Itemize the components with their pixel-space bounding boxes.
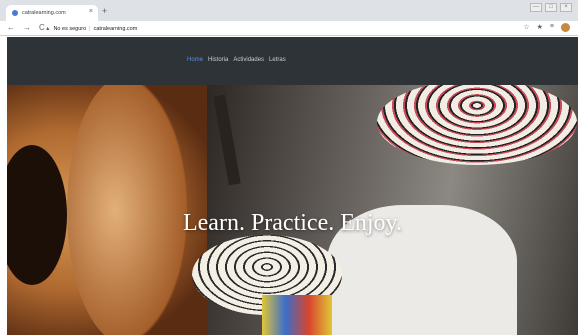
url-text: catralearning.com <box>93 25 138 32</box>
nav-home-link[interactable]: Home <box>187 57 203 63</box>
sombrero-vueltiao-image <box>377 85 577 165</box>
minimize-button[interactable]: — <box>530 3 542 12</box>
window-controls: — □ × <box>530 3 572 12</box>
browser-nav-buttons: ← → C <box>7 23 45 32</box>
nav-actividades-link[interactable]: Actividades <box>233 57 264 63</box>
url-separator: | <box>89 25 91 32</box>
browser-tab[interactable]: catralearning.com × <box>6 5 98 21</box>
nav-historia-link[interactable]: Historia <box>208 57 228 63</box>
forward-button[interactable]: → <box>23 23 31 32</box>
close-window-button[interactable]: × <box>560 3 572 12</box>
back-button[interactable]: ← <box>7 23 15 32</box>
colorful-ribbon-image <box>262 295 332 335</box>
tab-title: catralearning.com <box>22 10 66 16</box>
profile-avatar[interactable] <box>561 23 570 32</box>
nav-letras-link[interactable]: Letras <box>269 57 286 63</box>
maximize-button[interactable]: □ <box>545 3 557 12</box>
browser-toolbar: ☆ ★ ≡ <box>523 23 570 32</box>
new-tab-button[interactable]: + <box>102 6 107 16</box>
url-field[interactable]: ▲ No es seguro | catralearning.com <box>45 23 505 34</box>
site-nav: Home Historia Actividades Letras <box>187 57 286 63</box>
site-favicon-icon <box>12 10 18 16</box>
hero-tagline: Learn. Practice. Enjoy. <box>182 210 402 236</box>
browser-address-bar: ← → C ▲ No es seguro | catralearning.com… <box>0 21 578 36</box>
drumstick-image <box>213 94 241 186</box>
extension-icon[interactable]: ★ <box>537 23 543 32</box>
hero-banner: Learn. Practice. Enjoy. <box>7 85 578 335</box>
warning-icon: ▲ <box>45 25 51 32</box>
browser-tab-bar: catralearning.com × + — □ × <box>0 0 578 21</box>
tab-close-icon[interactable]: × <box>89 8 93 15</box>
menu-icon[interactable]: ≡ <box>550 23 554 32</box>
bookmark-star-icon[interactable]: ☆ <box>523 23 529 32</box>
security-label: No es seguro <box>53 25 87 32</box>
reload-button[interactable]: C <box>39 23 45 32</box>
site-header: Home Historia Actividades Letras <box>7 37 578 85</box>
